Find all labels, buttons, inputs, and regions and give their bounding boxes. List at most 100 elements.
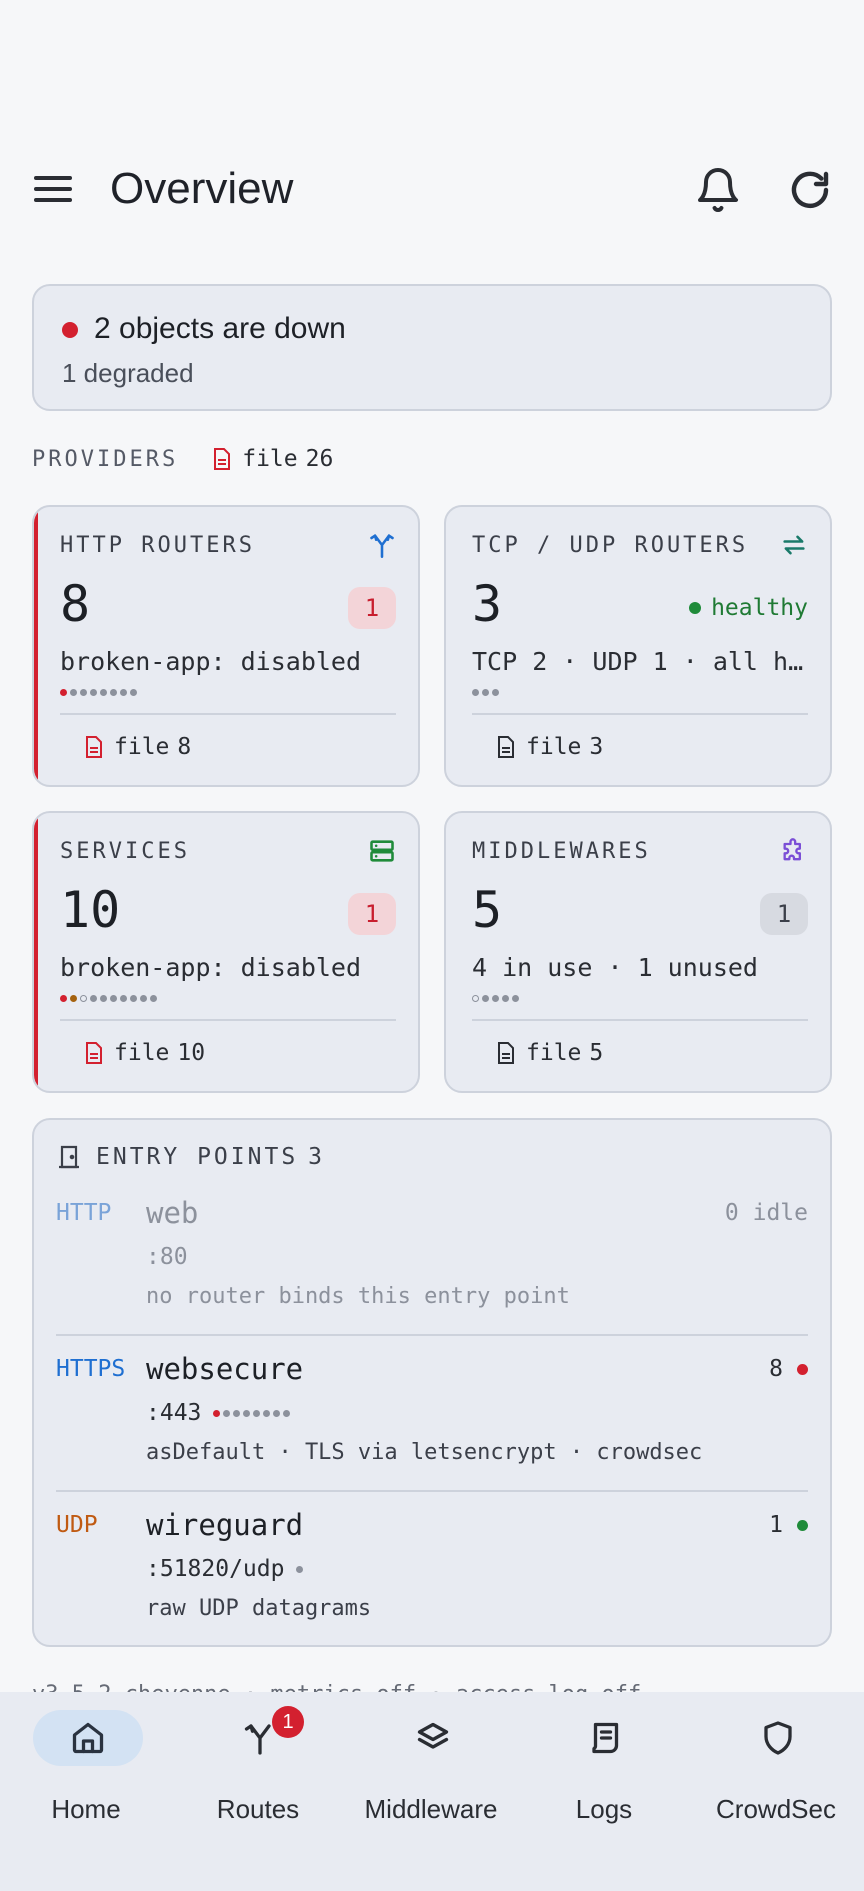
nav-label: Middleware [364, 1794, 498, 1824]
bottom-nav: Home 1 Routes Middleware Logs CrowdSec [0, 1692, 864, 1891]
card-title: SERVICES [60, 839, 190, 864]
status-dots [213, 1409, 291, 1417]
shield-icon [764, 1721, 792, 1755]
port-label: :80 [146, 1244, 188, 1270]
middlewares-card[interactable]: MIDDLEWARES 5 1 4 in use · 1 unused file… [444, 811, 832, 1093]
card-provider[interactable]: file 5 [496, 1040, 603, 1066]
router-count-label: 8 [769, 1356, 783, 1382]
file-icon [214, 448, 231, 470]
file-icon [498, 1042, 514, 1064]
file-icon [86, 1042, 102, 1064]
provider-name[interactable]: file [242, 446, 297, 472]
card-count: 10 [60, 881, 121, 939]
nav-label: Home [51, 1794, 121, 1824]
entry-point-row[interactable]: HTTPS websecure 8 :443 asDefault · TLS v… [56, 1352, 808, 1496]
entry-point-port: :51820/udp [146, 1556, 304, 1582]
nav-label: CrowdSec [716, 1794, 836, 1824]
card-provider[interactable]: file 3 [496, 734, 603, 760]
nav-home[interactable]: Home [0, 1710, 172, 1824]
file-icon [86, 736, 102, 758]
divider [60, 713, 396, 715]
protocol-label: UDP [56, 1512, 98, 1538]
provider-name: file [114, 1040, 170, 1066]
entry-point-row[interactable]: UDP wireguard 1 :51820/udp raw UDP datag… [56, 1508, 808, 1632]
provider-count: 3 [589, 734, 604, 760]
card-description: broken-app: disabled [60, 647, 362, 676]
provider-count: 8 [177, 734, 192, 760]
services-card[interactable]: SERVICES 10 1 broken-app: disabled file 1… [32, 811, 420, 1093]
puzzle-icon [783, 838, 801, 861]
bell-icon[interactable] [694, 166, 742, 214]
port-label: :443 [146, 1400, 202, 1426]
protocol-label: HTTP [56, 1200, 112, 1226]
provider-name: file [526, 1040, 582, 1066]
card-description: 4 in use · 1 unused [472, 953, 758, 982]
card-count: 8 [60, 575, 91, 633]
healthy-dot [689, 602, 702, 614]
entry-point-note: asDefault · TLS via letsencrypt · crowds… [146, 1440, 703, 1465]
port-label: :51820/udp [146, 1556, 285, 1582]
logs-icon [592, 1722, 619, 1754]
nav-middleware[interactable]: Middleware [345, 1710, 517, 1824]
providers-label: PROVIDERS [32, 446, 179, 472]
entry-point-note: no router binds this entry point [146, 1284, 570, 1309]
provider-count: 5 [589, 1040, 604, 1066]
card-description: broken-app: disabled [60, 953, 362, 982]
server-icon [370, 840, 394, 862]
entry-point-name: web [146, 1196, 199, 1230]
status-dots [472, 995, 519, 1002]
card-count: 3 [472, 575, 503, 633]
entry-points-count: 3 [308, 1144, 326, 1170]
card-count: 5 [472, 881, 503, 939]
swap-icon [783, 535, 805, 555]
status-dots [60, 689, 137, 696]
refresh-icon[interactable] [786, 166, 834, 214]
status-dots [472, 689, 499, 696]
card-provider[interactable]: file 8 [84, 734, 191, 760]
entry-point-name: wireguard [146, 1508, 304, 1542]
card-provider[interactable]: file 10 [84, 1040, 205, 1066]
error-badge: 1 [348, 893, 396, 935]
healthy-dot [797, 1519, 808, 1531]
door-icon [59, 1145, 79, 1169]
divider [56, 1490, 808, 1492]
menu-icon[interactable] [34, 176, 74, 206]
nav-label: Routes [216, 1794, 300, 1824]
providers-row: PROVIDERS file 26 [32, 444, 333, 474]
status-dots [60, 995, 157, 1002]
status-dots [296, 1565, 304, 1573]
app-bar: Overview [0, 140, 864, 240]
error-dot [797, 1363, 808, 1375]
http-routers-card[interactable]: HTTP ROUTERS 8 1 broken-app: disabled fi… [32, 505, 420, 787]
router-count-label: 0 idle [724, 1200, 808, 1226]
card-title: MIDDLEWARES [472, 839, 651, 864]
version-footer: v3.5.2 cheyenne · metrics off · access l… [32, 1682, 832, 1692]
nav-label: Logs [575, 1794, 633, 1824]
status-alert[interactable]: 2 objects are down 1 degraded [32, 284, 832, 411]
entry-point-row[interactable]: HTTP web 0 idle :80 no router binds this… [56, 1196, 808, 1340]
tcp-udp-routers-card[interactable]: TCP / UDP ROUTERS 3 healthy TCP 2 · UDP … [444, 505, 832, 787]
entry-point-note: raw UDP datagrams [146, 1596, 372, 1621]
router-count-label: 1 [769, 1512, 783, 1538]
protocol-label: HTTPS [56, 1356, 126, 1382]
layers-icon [417, 1722, 449, 1749]
alert-subline: 1 degraded [62, 358, 194, 388]
page-title: Overview [110, 164, 294, 213]
home-icon [72, 1722, 104, 1754]
entry-point-port: :80 [146, 1244, 188, 1270]
nav-routes[interactable]: 1 Routes [172, 1706, 344, 1824]
nav-logs[interactable]: Logs [518, 1710, 690, 1824]
entry-points-header: ENTRY POINTS 3 [58, 1144, 325, 1170]
provider-count: 10 [177, 1040, 206, 1066]
file-icon [498, 736, 514, 758]
entry-point-port: :443 [146, 1400, 291, 1426]
notification-badge: 1 [272, 1706, 304, 1738]
nav-crowdsec[interactable]: CrowdSec [690, 1710, 862, 1824]
count-badge: 1 [760, 893, 808, 935]
status-label: healthy [711, 595, 808, 621]
divider [56, 1334, 808, 1336]
entry-points-panel: ENTRY POINTS 3 HTTP web 0 idle :80 no ro… [32, 1118, 832, 1647]
router-count: 8 [769, 1356, 808, 1382]
entry-points-title: ENTRY POINTS [96, 1144, 299, 1170]
divider [60, 1019, 396, 1021]
